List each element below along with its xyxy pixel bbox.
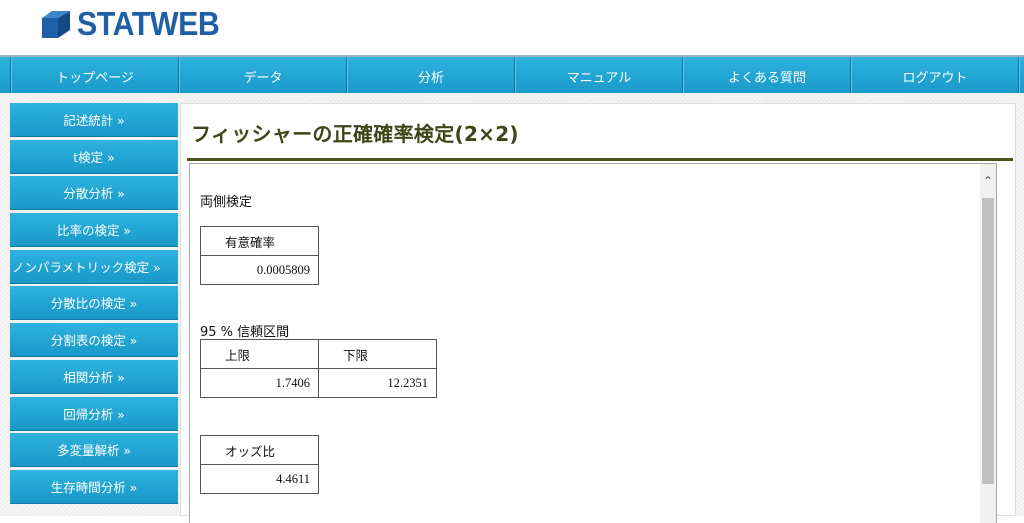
sidebar-item-survival[interactable]: 生存時間分析 »: [10, 469, 178, 504]
sidebar-item-contingency-test[interactable]: 分割表の検定 »: [10, 323, 178, 358]
nav-top-page[interactable]: トップページ: [11, 57, 179, 95]
nav-data[interactable]: データ: [179, 57, 347, 95]
p-value-table: 有意確率 0.0005809: [200, 226, 319, 285]
chevron-up-icon[interactable]: ⌃: [980, 174, 996, 188]
ci-lower-cell: 12.2351: [318, 368, 437, 398]
result-frame[interactable]: 両側検定 有意確率 0.0005809 95 % 信頼区間 上限 下限 1.74…: [189, 163, 997, 523]
vertical-scrollbar[interactable]: ⌃: [980, 164, 996, 523]
scroll-thumb[interactable]: [982, 198, 994, 484]
nav-analysis[interactable]: 分析: [347, 57, 515, 95]
sidebar-item-regression[interactable]: 回帰分析 »: [10, 396, 178, 431]
nav-logout[interactable]: ログアウト: [851, 57, 1019, 95]
odds-ratio-header: オッズ比: [200, 435, 319, 465]
ci-lower-header: 下限: [318, 339, 437, 369]
ci-table: 上限 下限 1.7406 12.2351: [200, 339, 437, 398]
site-header: STATWEB: [0, 0, 1024, 55]
sidebar-item-proportion-test[interactable]: 比率の検定 »: [10, 213, 178, 248]
nav-manual[interactable]: マニュアル: [515, 57, 683, 95]
ci-upper-cell: 1.7406: [200, 368, 319, 398]
odds-ratio-cell: 4.4611: [200, 464, 319, 494]
site-logo[interactable]: STATWEB: [40, 4, 232, 44]
sidebar-item-nonparametric-test[interactable]: ノンパラメトリック検定 »: [10, 249, 178, 284]
odds-ratio-table: オッズ比 4.4611: [200, 435, 319, 494]
page-title: フィッシャーの正確確率検定(2×2): [191, 122, 519, 146]
sidebar: 記述統計 » t検定 » 分散分析 » 比率の検定 » ノンパラメトリック検定 …: [10, 103, 178, 507]
ci-label: 95 % 信頼区間: [200, 325, 290, 340]
test-type-label: 両側検定: [200, 195, 253, 210]
main-nav: トップページ データ 分析 マニュアル よくある質問 ログアウト: [0, 55, 1024, 95]
sidebar-item-anova[interactable]: 分散分析 »: [10, 176, 178, 211]
sidebar-item-multivariate[interactable]: 多変量解析 »: [10, 433, 178, 468]
title-divider: [187, 158, 1013, 161]
p-value-header: 有意確率: [200, 226, 319, 256]
main-content: フィッシャーの正確確率検定(2×2) 両側検定 有意確率 0.0005809 9…: [180, 103, 1016, 523]
logo-text: STATWEB: [77, 5, 220, 42]
sidebar-item-descriptive-stats[interactable]: 記述統計 »: [10, 103, 178, 137]
ci-upper-header: 上限: [200, 339, 319, 369]
sidebar-item-correlation[interactable]: 相関分析 »: [10, 359, 178, 394]
nav-faq[interactable]: よくある質問: [683, 57, 851, 95]
sidebar-item-variance-ratio-test[interactable]: 分散比の検定 »: [10, 286, 178, 321]
sidebar-item-t-test[interactable]: t検定 »: [10, 139, 178, 174]
cube-icon: [42, 11, 70, 38]
p-value-cell: 0.0005809: [200, 255, 319, 285]
